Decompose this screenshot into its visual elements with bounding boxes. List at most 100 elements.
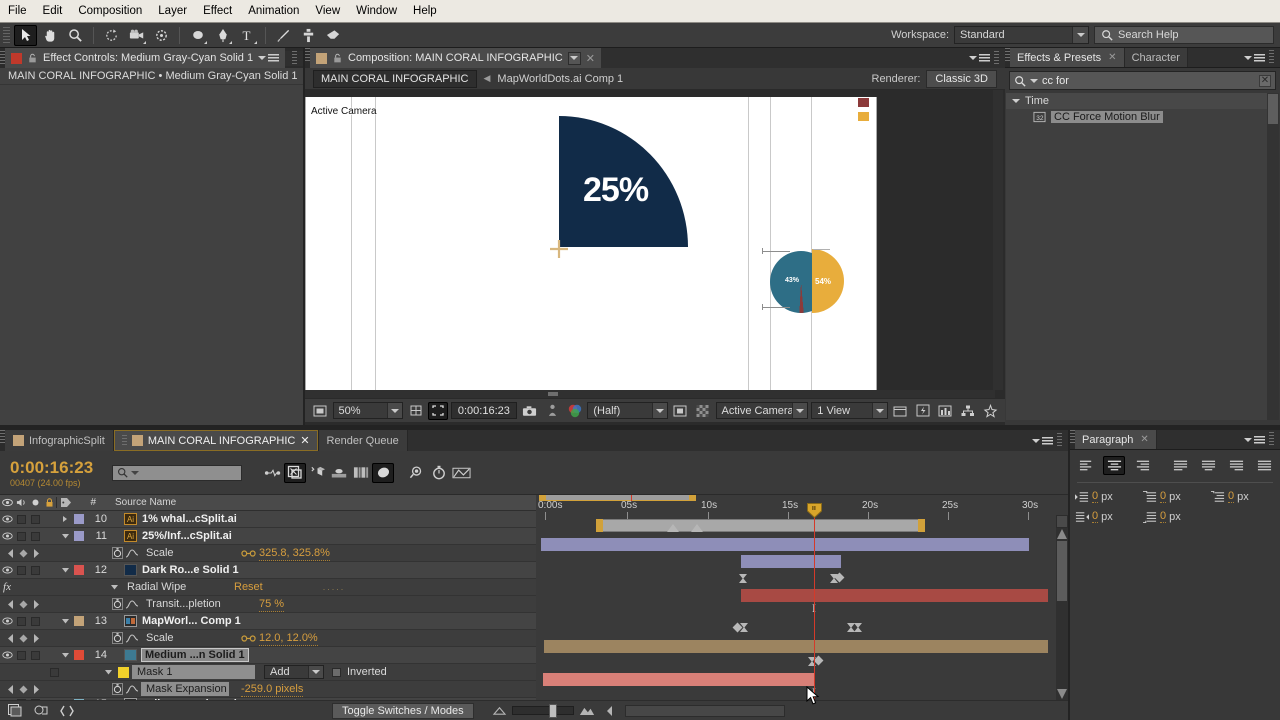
zoom-out-timeline-icon[interactable] [492,705,507,716]
lock-toggle[interactable] [42,562,56,578]
frame-render-time-icon[interactable] [30,701,52,720]
eraser-tool-icon[interactable] [322,25,345,46]
mask-inverted-checkbox[interactable] [332,664,341,680]
brainstorm-icon[interactable] [350,463,372,483]
comp-dropdown-icon[interactable] [567,51,581,65]
timeline-scrollbar-vertical[interactable] [1056,528,1068,700]
layer-bar[interactable] [544,640,1048,653]
reset-exposure-icon[interactable] [981,402,1001,420]
pen-tool-icon[interactable] [211,25,234,46]
tab-effect-controls[interactable]: Effect Controls: Medium Gray-Cyan Solid … [5,48,286,68]
always-preview-icon[interactable] [310,402,330,420]
indent-first-line-field[interactable]: 0 px [1211,490,1273,503]
indent-left-value[interactable]: 0 [1092,490,1099,503]
breadcrumb-next[interactable]: MapWorldDots.ai Comp 1 [497,73,623,85]
expand-triangle[interactable] [104,664,118,680]
justify-all-button[interactable] [1253,456,1275,475]
visibility-toggle[interactable] [0,647,14,663]
tab-grip[interactable] [121,435,127,446]
expand-triangle[interactable] [56,528,74,544]
scroll-up-arrow[interactable] [1057,529,1067,539]
graph-icon[interactable] [126,596,141,612]
expand-triangle[interactable] [56,613,74,629]
graph-chart-icon[interactable] [450,463,472,483]
comp-bar-end-handle[interactable] [918,519,925,532]
region-icon-2[interactable] [671,402,691,420]
breadcrumb-current[interactable]: MAIN CORAL INFOGRAPHIC [313,69,477,88]
label-color-swatch[interactable] [74,528,86,544]
transparency-grid-icon[interactable] [693,402,713,420]
menu-effect[interactable]: Effect [195,2,240,20]
audio-toggle[interactable] [14,613,28,629]
panel-grip-right[interactable] [292,50,297,66]
effects-list[interactable]: Time 32 CC Force Motion Blur [1006,93,1279,420]
expand-triangle[interactable] [110,579,124,595]
comp-marker-icon[interactable] [691,524,703,532]
lock-toggle[interactable] [42,511,56,527]
graph-icon[interactable] [126,630,141,646]
timer-icon[interactable] [428,463,450,483]
list-item[interactable]: 32 CC Force Motion Blur [1006,109,1279,125]
work-area-bar[interactable] [539,495,696,501]
comp-canvas[interactable]: 25% 43% 54% Active Camera [305,97,877,390]
close-icon[interactable]: ✕ [300,434,309,447]
pan-behind-tool-icon[interactable] [150,25,173,46]
toggle-switches-modes-button[interactable]: Toggle Switches / Modes [332,702,474,719]
menu-view[interactable]: View [307,2,348,20]
indent-right-field[interactable]: 0 px [1143,490,1205,503]
work-area-end-handle[interactable] [689,495,696,501]
snapshot-camera-icon[interactable] [520,402,540,420]
comp-scrollbar-vertical[interactable] [993,90,1003,390]
comp-flowchart-icon[interactable] [958,402,978,420]
solo-toggle[interactable] [28,613,42,629]
effects-search-box[interactable]: ✕ [1009,71,1276,90]
audio-toggle[interactable] [14,528,28,544]
keyframe-nav[interactable] [0,596,46,612]
label-color-swatch[interactable] [74,511,86,527]
timeline-horizontal-scrollbar[interactable] [624,704,785,717]
current-time-indicator[interactable] [807,503,822,519]
graph-editor-icon[interactable] [372,462,394,483]
keyframe[interactable] [854,623,862,632]
solo-toggle[interactable] [28,511,42,527]
view-layout-select[interactable]: 1 View [811,402,888,419]
scroll-thumb[interactable] [1268,94,1278,124]
enable-motion-blur-icon[interactable] [328,463,350,483]
effect-reset-button[interactable]: Reset [234,579,263,595]
property-value[interactable]: 12.0, 12.0% [259,630,318,646]
effect-about-dots[interactable]: ..... [323,582,346,592]
menu-file[interactable]: File [0,2,35,20]
lock-toggle[interactable] [42,613,56,629]
space-after-value[interactable]: 0 [1160,510,1167,523]
composition-viewer[interactable]: 25% 43% 54% Active Camera [305,90,1005,398]
toggle-switches-modes-icon[interactable] [4,701,26,720]
lock-icon-comp[interactable] [332,53,343,64]
mask-toggle[interactable] [50,664,66,680]
lock-toggle[interactable] [42,528,56,544]
close-icon[interactable]: ✕ [1108,52,1116,63]
stopwatch-icon[interactable] [112,545,126,561]
renderer-value[interactable]: Classic 3D [926,69,997,88]
selection-tool-icon[interactable] [14,24,37,46]
channel-rgb-icon[interactable] [565,402,585,420]
tab-composition[interactable]: Composition: MAIN CORAL INFOGRAPHIC ✕ [310,48,601,68]
expand-triangle[interactable] [56,511,74,527]
expand-triangle[interactable] [56,562,74,578]
clear-search-icon[interactable]: ✕ [1259,74,1271,87]
comp-grip-right[interactable] [994,50,999,66]
text-tool-icon[interactable]: T [236,25,259,46]
tab-infographicsplit[interactable]: InfographicSplit [5,430,114,451]
lock-toggle[interactable] [42,647,56,663]
expand-triangle[interactable] [56,647,74,663]
scroll-down-arrow[interactable] [1057,689,1067,699]
justify-last-center-button[interactable] [1197,456,1219,475]
stopwatch-icon[interactable] [112,596,126,612]
indent-first-line-value[interactable]: 0 [1228,490,1235,503]
keyframe-nav[interactable] [0,630,46,646]
zoom-tool-icon[interactable] [64,25,87,46]
keyframe[interactable] [739,574,747,583]
show-snapshot-icon[interactable] [542,402,562,420]
space-before-field[interactable]: 0 px [1075,510,1137,523]
menu-window[interactable]: Window [348,2,405,20]
menu-composition[interactable]: Composition [70,2,150,20]
